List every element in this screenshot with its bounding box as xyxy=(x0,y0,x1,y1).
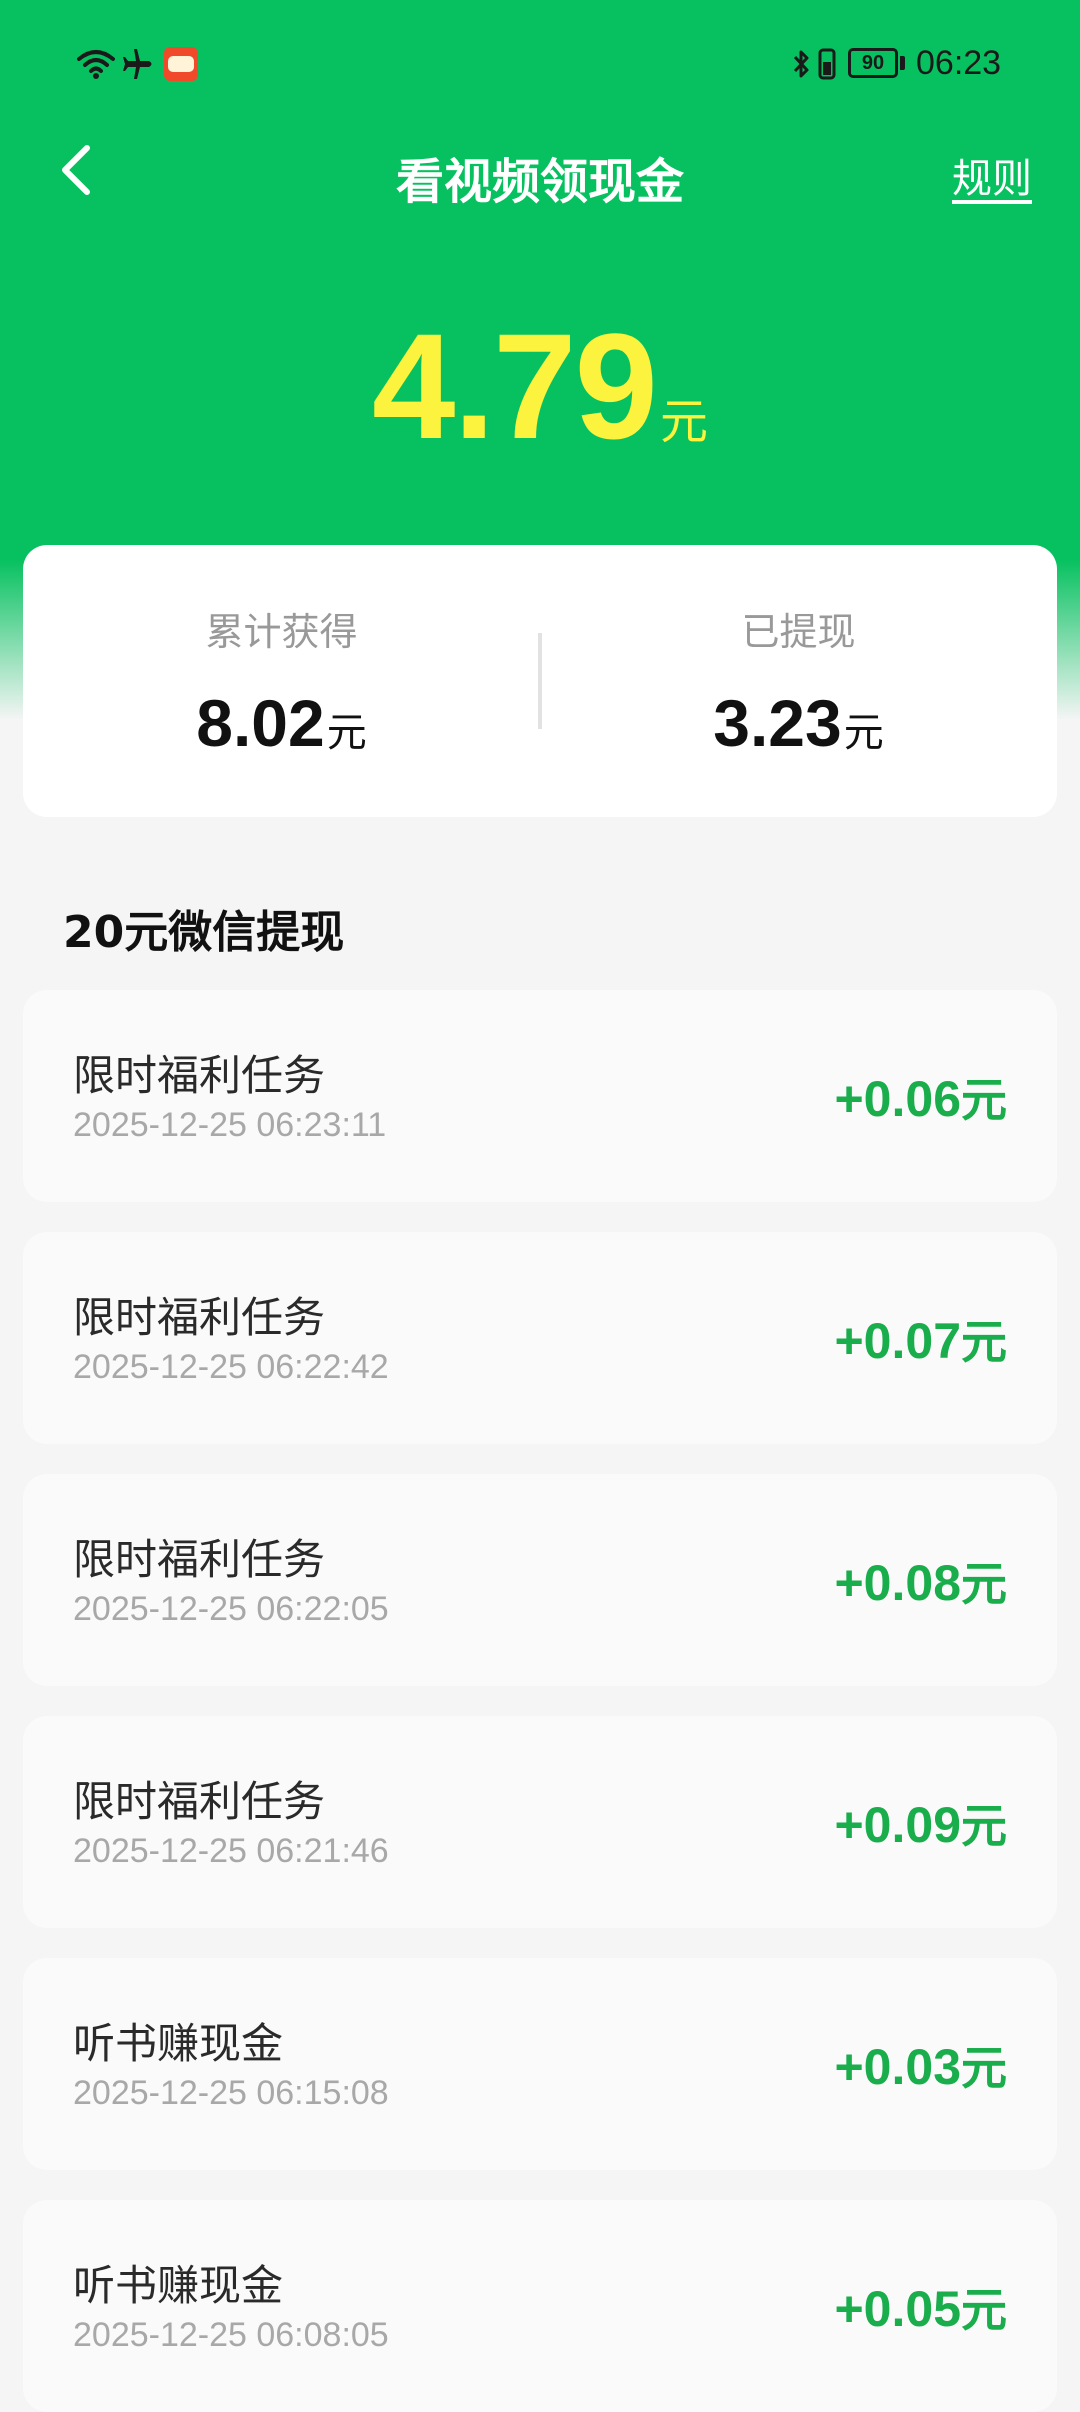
record-amount: +0.05 元 xyxy=(834,2274,1007,2340)
record-time: 2025-12-25 06:23:11 xyxy=(73,1106,387,1144)
balance-amount: 4.79 xyxy=(372,302,658,470)
record-amount-unit: 元 xyxy=(961,2041,1007,2095)
list-item: 限时福利任务 2025-12-25 06:22:05 +0.08 元 xyxy=(23,1474,1057,1686)
phone-vibrate-icon xyxy=(816,46,838,82)
record-time: 2025-12-25 06:22:42 xyxy=(73,1348,389,1386)
record-title: 限时福利任务 xyxy=(73,1535,326,1584)
record-amount-value: +0.05 xyxy=(834,2281,961,2337)
wifi-icon xyxy=(76,46,116,82)
record-title: 限时福利任务 xyxy=(73,1777,326,1826)
record-title: 听书赚现金 xyxy=(73,2261,284,2310)
record-amount-value: +0.07 xyxy=(834,1313,961,1369)
record-amount-value: +0.08 xyxy=(834,1555,961,1611)
list-item: 限时福利任务 2025-12-25 06:21:46 +0.09 元 xyxy=(23,1716,1057,1928)
page-title: 看视频领现金 xyxy=(395,154,684,210)
record-amount: +0.09 元 xyxy=(834,1790,1007,1856)
withdrawn-label: 已提现 xyxy=(741,610,856,654)
total-earned-value: 8.02 元 xyxy=(23,685,540,761)
record-amount: +0.08 元 xyxy=(834,1548,1007,1614)
record-amount-unit: 元 xyxy=(961,1799,1007,1853)
withdrawn-amount: 3.23 xyxy=(713,686,842,760)
record-time: 2025-12-25 06:21:46 xyxy=(73,1832,389,1870)
withdrawn-stat: 已提现 3.23 元 xyxy=(540,545,1057,817)
total-earned-unit: 元 xyxy=(326,710,367,756)
record-amount: +0.07 元 xyxy=(834,1306,1007,1372)
list-item: 听书赚现金 2025-12-25 06:15:08 +0.03 元 xyxy=(23,1958,1057,2170)
withdrawn-value: 3.23 元 xyxy=(540,685,1057,761)
total-earned-stat: 累计获得 8.02 元 xyxy=(23,545,540,817)
record-time: 2025-12-25 06:22:05 xyxy=(73,1590,389,1628)
bluetooth-icon xyxy=(790,46,814,82)
rules-link[interactable]: 规则 xyxy=(952,146,1032,204)
status-bar: 90 06:23 xyxy=(0,0,1080,128)
record-amount-unit: 元 xyxy=(961,1073,1007,1127)
total-earned-amount: 8.02 xyxy=(196,686,325,760)
record-amount-value: +0.09 xyxy=(834,1797,961,1853)
record-amount-unit: 元 xyxy=(961,2283,1007,2337)
battery-level: 90 xyxy=(861,51,885,74)
stats-card: 累计获得 8.02 元 已提现 3.23 元 xyxy=(23,545,1057,817)
battery-icon: 90 xyxy=(848,48,898,78)
total-earned-label: 累计获得 xyxy=(205,610,358,654)
app-notification-icon xyxy=(164,47,198,81)
list-item: 限时福利任务 2025-12-25 06:23:11 +0.06 元 xyxy=(23,990,1057,1202)
record-amount: +0.06 元 xyxy=(834,1064,1007,1130)
record-amount: +0.03 元 xyxy=(834,2032,1007,2098)
record-title: 限时福利任务 xyxy=(73,1051,326,1100)
withdrawn-unit: 元 xyxy=(843,710,884,756)
balance-unit: 元 xyxy=(659,394,708,450)
list-item: 限时福利任务 2025-12-25 06:22:42 +0.07 元 xyxy=(23,1232,1057,1444)
status-time: 06:23 xyxy=(916,44,1002,82)
balance-display: 4.79 元 xyxy=(0,300,1080,473)
record-amount-unit: 元 xyxy=(961,1557,1007,1611)
airplane-icon xyxy=(120,46,156,82)
record-amount-unit: 元 xyxy=(961,1315,1007,1369)
list-item: 听书赚现金 2025-12-25 06:08:05 +0.05 元 xyxy=(23,2200,1057,2412)
section-title: 20元微信提现 xyxy=(63,907,345,958)
record-title: 限时福利任务 xyxy=(73,1293,326,1342)
record-time: 2025-12-25 06:08:05 xyxy=(73,2316,389,2354)
record-time: 2025-12-25 06:15:08 xyxy=(73,2074,389,2112)
battery-tip xyxy=(900,56,905,70)
record-amount-value: +0.03 xyxy=(834,2039,961,2095)
record-amount-value: +0.06 xyxy=(834,1071,961,1127)
record-title: 听书赚现金 xyxy=(73,2019,284,2068)
